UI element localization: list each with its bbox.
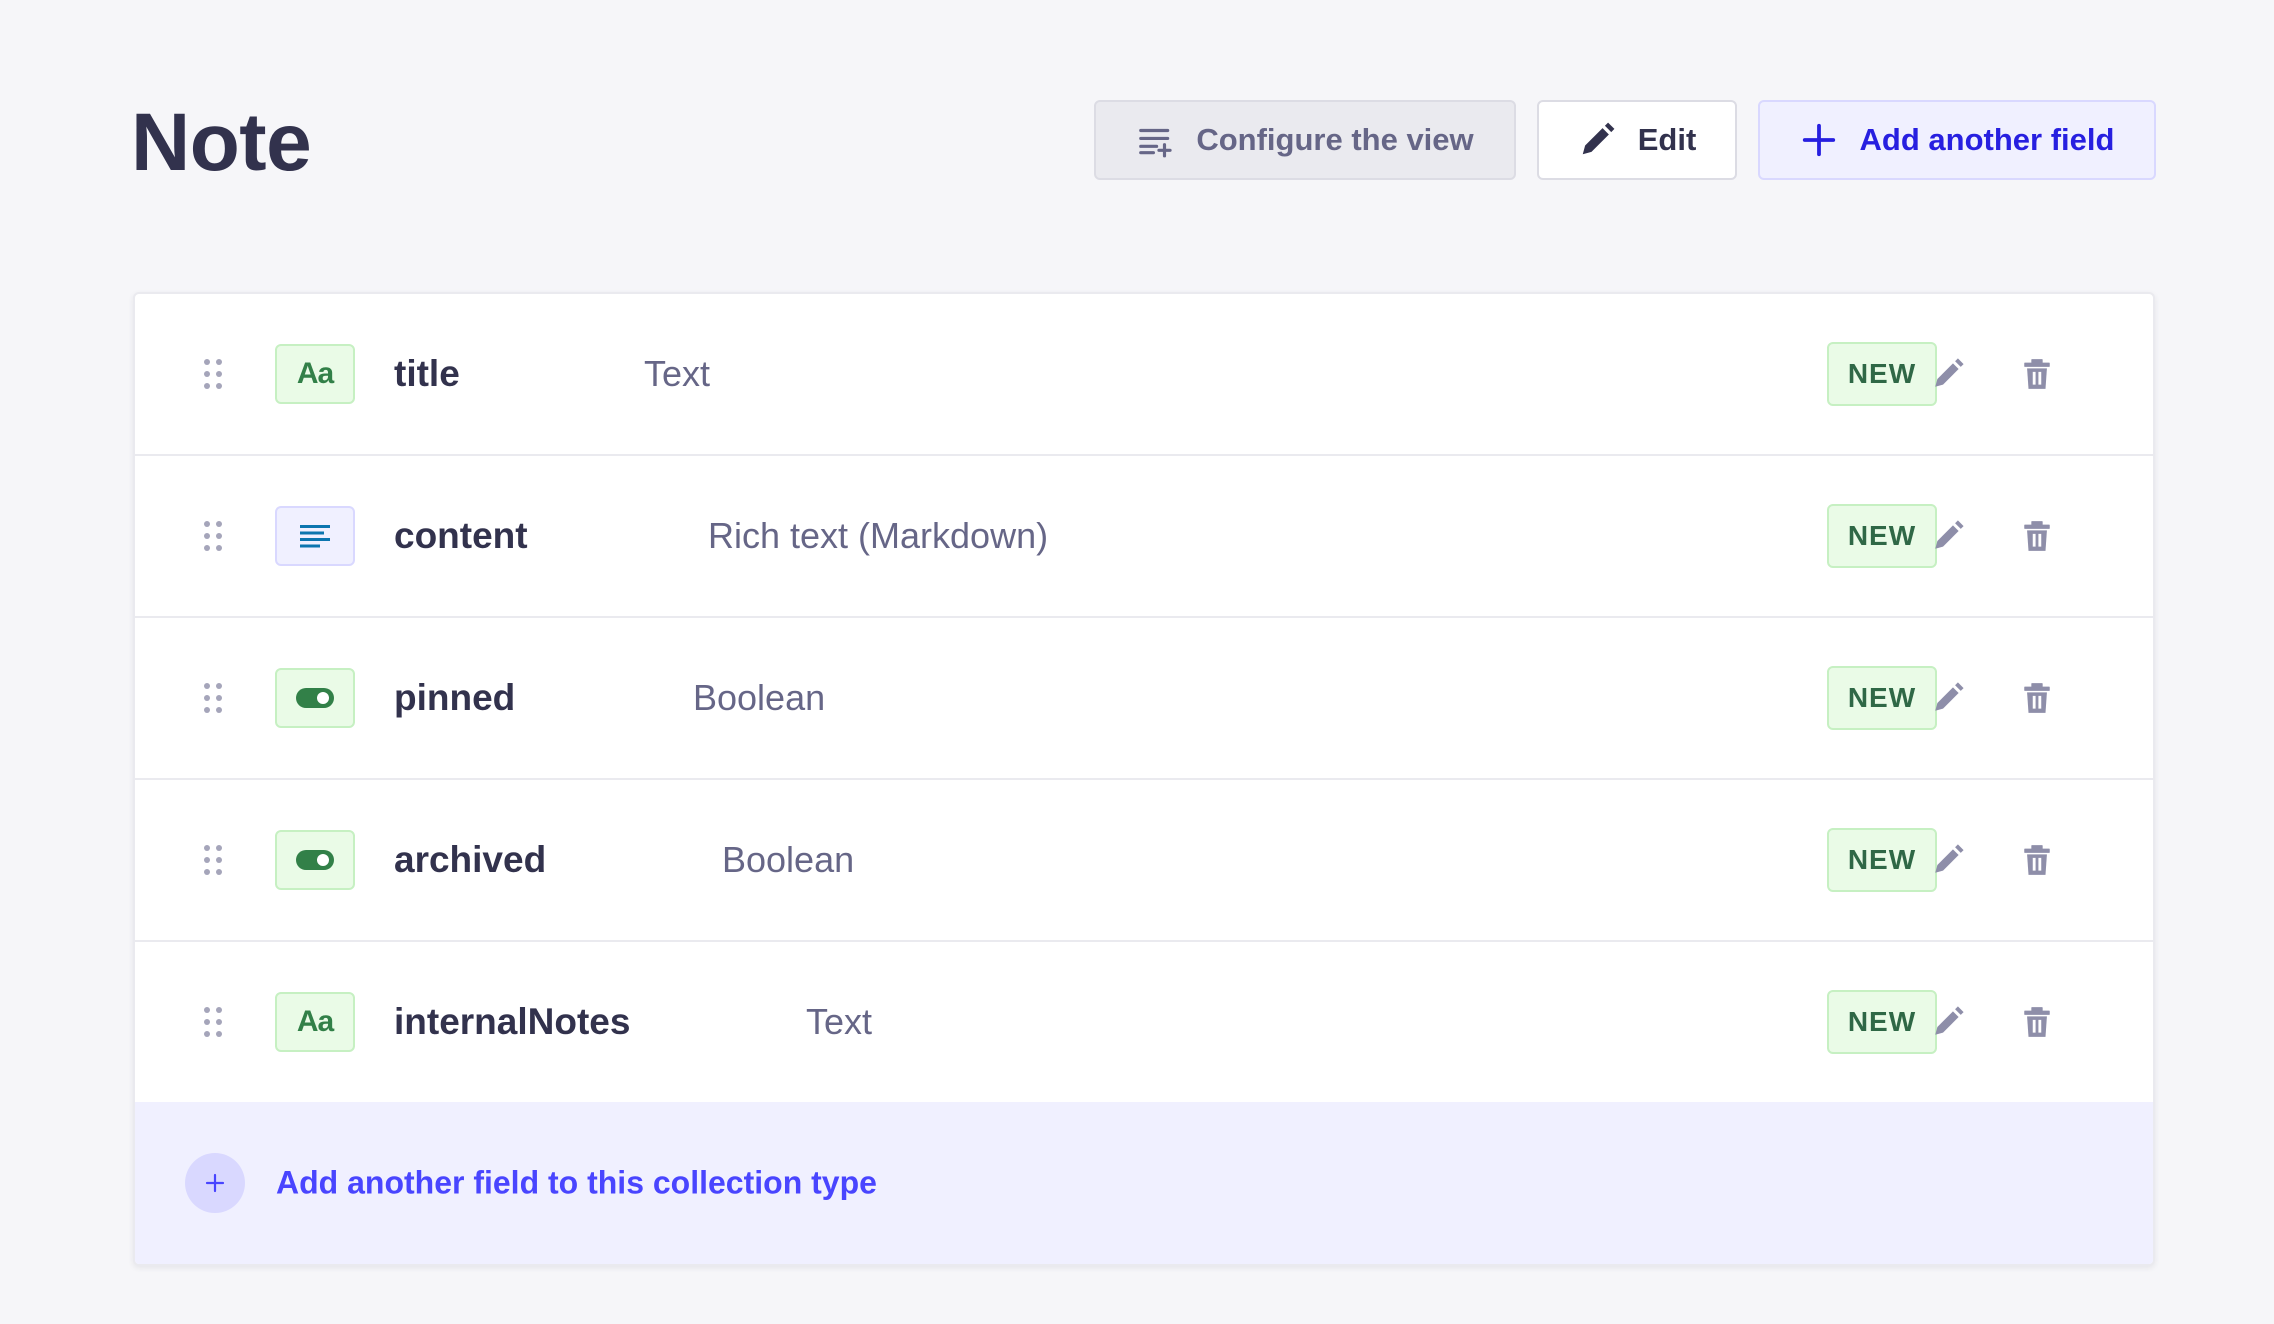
edit-button[interactable]: Edit	[1537, 100, 1737, 180]
field-type: Text	[644, 353, 711, 394]
trash-icon	[2024, 683, 2050, 713]
new-badge: NEW	[1827, 342, 1937, 406]
new-badge: NEW	[1827, 666, 1937, 730]
new-badge: NEW	[1827, 828, 1937, 892]
list-settings-icon	[1139, 128, 1172, 158]
delete-field-button[interactable]	[2011, 996, 2063, 1048]
rich-text-icon	[275, 506, 355, 566]
pencil-icon	[1935, 520, 1964, 549]
field-name: title	[394, 353, 460, 394]
drag-handle-icon[interactable]	[203, 1006, 223, 1038]
field-row-title: Aa title Text NEW	[135, 294, 2153, 456]
edit-field-button[interactable]	[1922, 834, 1974, 886]
trash-icon	[2024, 359, 2050, 389]
drag-handle-icon[interactable]	[203, 520, 223, 552]
text-aa-icon: Aa	[275, 992, 355, 1052]
plus-icon	[205, 1173, 225, 1193]
add-field-to-collection-label: Add another field to this collection typ…	[276, 1164, 877, 1201]
rich-text-lines-icon	[300, 525, 330, 548]
delete-field-button[interactable]	[2011, 672, 2063, 724]
edit-field-button[interactable]	[1922, 510, 1974, 562]
trash-icon	[2024, 1007, 2050, 1037]
field-row-pinned: pinned Boolean NEW	[135, 618, 2153, 780]
boolean-toggle-icon	[275, 668, 355, 728]
drag-handle-icon[interactable]	[203, 682, 223, 714]
delete-field-button[interactable]	[2011, 348, 2063, 400]
add-another-field-button[interactable]: Add another field	[1758, 100, 2156, 180]
field-type: Text	[806, 1001, 873, 1042]
drag-handle-icon[interactable]	[203, 358, 223, 390]
page-title: Note	[131, 97, 312, 188]
edit-label: Edit	[1637, 122, 1697, 157]
edit-field-button[interactable]	[1922, 996, 1974, 1048]
edit-field-button[interactable]	[1922, 672, 1974, 724]
header-actions: Configure the view Edit Add another fiel…	[1094, 100, 2156, 180]
field-name: internalNotes	[394, 1001, 631, 1042]
configure-view-button[interactable]: Configure the view	[1094, 100, 1516, 180]
add-another-field-label: Add another field	[1859, 122, 2115, 157]
field-name: archived	[394, 839, 547, 880]
drag-handle-icon[interactable]	[203, 844, 223, 876]
add-field-to-collection-button[interactable]: Add another field to this collection typ…	[135, 1102, 2153, 1264]
plus-icon	[1802, 123, 1835, 157]
text-aa-icon: Aa	[275, 344, 355, 404]
pencil-icon	[1582, 122, 1615, 155]
field-type: Boolean	[722, 839, 855, 880]
trash-icon	[2024, 845, 2050, 875]
new-badge: NEW	[1827, 990, 1937, 1054]
field-type: Rich text (Markdown)	[708, 515, 1049, 556]
pencil-icon	[1935, 682, 1964, 711]
plus-circle-icon	[185, 1153, 245, 1213]
delete-field-button[interactable]	[2011, 510, 2063, 562]
field-row-archived: archived Boolean NEW	[135, 780, 2153, 942]
field-type: Boolean	[693, 677, 826, 718]
text-aa-glyph: Aa	[296, 1005, 334, 1038]
fields-list: Aa title Text NEW content Rich text (Mar…	[133, 292, 2155, 1266]
trash-icon	[2024, 521, 2050, 551]
configure-view-label: Configure the view	[1196, 122, 1474, 157]
pencil-icon	[1935, 358, 1964, 387]
field-row-internal-notes: Aa internalNotes Text NEW	[135, 942, 2153, 1104]
pencil-icon	[1935, 1006, 1964, 1035]
field-name: content	[394, 515, 528, 556]
edit-field-button[interactable]	[1922, 348, 1974, 400]
toggle-shape-icon	[296, 850, 334, 870]
text-aa-glyph: Aa	[296, 357, 334, 390]
new-badge: NEW	[1827, 504, 1937, 568]
delete-field-button[interactable]	[2011, 834, 2063, 886]
page: Note Configure the view Edit Add another…	[0, 0, 2274, 1324]
boolean-toggle-icon	[275, 830, 355, 890]
field-name: pinned	[394, 677, 516, 718]
toggle-shape-icon	[296, 688, 334, 708]
field-row-content: content Rich text (Markdown) NEW	[135, 456, 2153, 618]
pencil-icon	[1935, 844, 1964, 873]
